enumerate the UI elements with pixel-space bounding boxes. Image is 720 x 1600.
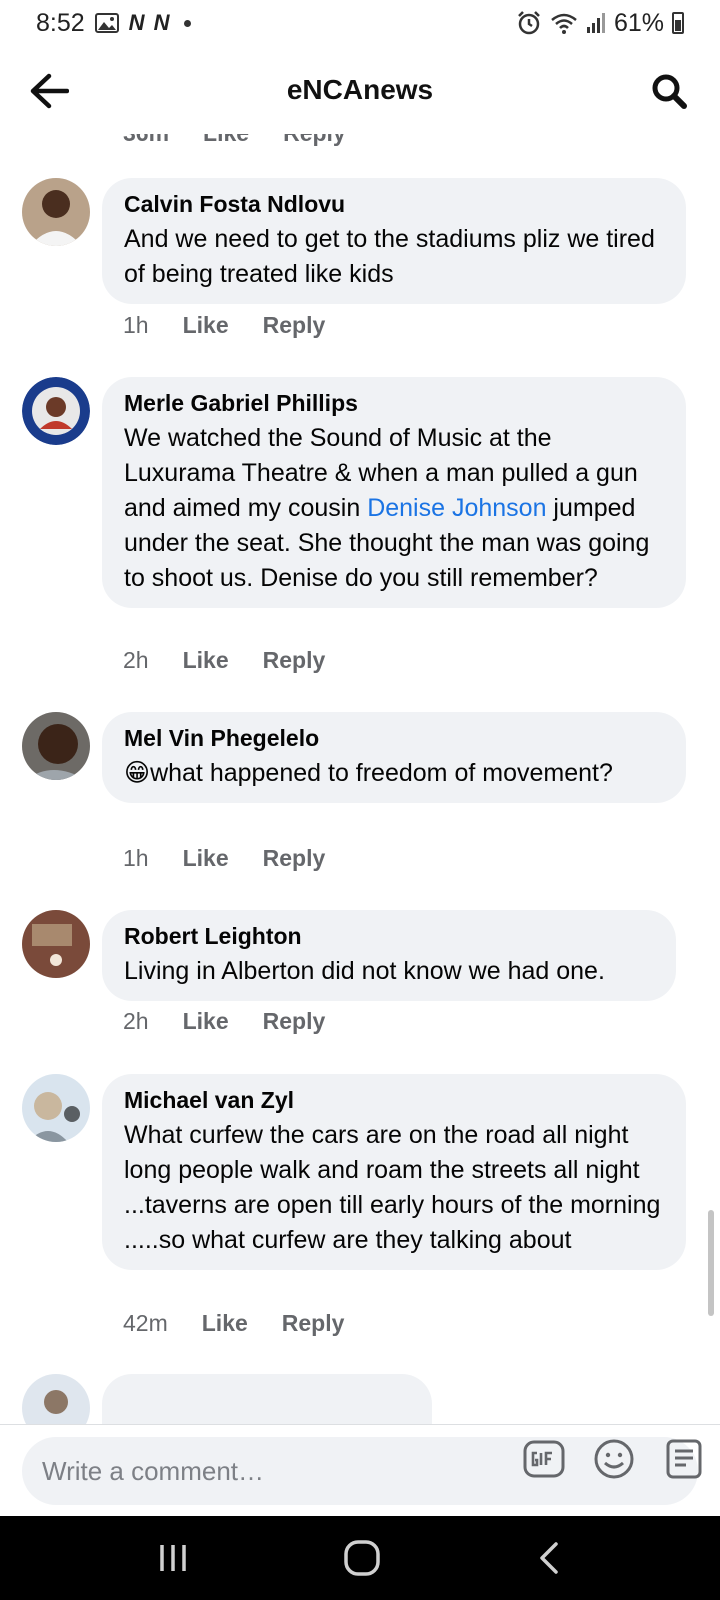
- comment-actions: 2h Like Reply: [123, 1008, 325, 1035]
- comment-author[interactable]: Robert Leighton: [124, 922, 654, 950]
- battery-icon: [672, 12, 684, 34]
- avatar[interactable]: [22, 712, 90, 780]
- avatar[interactable]: [22, 377, 90, 445]
- chevron-left-icon: [540, 1542, 558, 1574]
- reply-button[interactable]: Reply: [263, 312, 326, 339]
- notification-app-icon-2: N: [153, 10, 170, 35]
- comment-text: And we need to get to the stadiums pliz …: [124, 225, 655, 288]
- like-button[interactable]: Like: [183, 312, 229, 339]
- battery-percent: 61%: [613, 8, 664, 37]
- wifi-icon: [550, 12, 578, 34]
- comment-time: 2h: [123, 1008, 149, 1034]
- system-nav-bar: [0, 1516, 720, 1600]
- gif-button[interactable]: [522, 1437, 566, 1481]
- comment-actions: 42m Like Reply: [123, 1310, 344, 1337]
- alarm-icon: [516, 10, 542, 36]
- avatar[interactable]: [22, 910, 90, 978]
- page-header: eNCAnews: [0, 46, 720, 134]
- home-button[interactable]: [342, 1538, 382, 1578]
- recent-apps-button[interactable]: [156, 1541, 190, 1575]
- comment-text: We watched the Sound of Music at the Lux…: [124, 421, 664, 596]
- smiley-icon: [594, 1439, 634, 1479]
- grin-emoji-icon: 😁: [124, 759, 151, 787]
- comment-bubble[interactable]: Merle Gabriel Phillips We watched the So…: [102, 377, 686, 608]
- comments-feed[interactable]: 36m Like Reply Calvin Fosta Ndlovu And w…: [0, 134, 720, 1424]
- status-left: 8:52 N N: [36, 8, 192, 38]
- composer-actions: [522, 1437, 706, 1481]
- comment-time: 42m: [123, 1310, 168, 1336]
- comment-author[interactable]: Merle Gabriel Phillips: [124, 389, 664, 417]
- back-button[interactable]: [26, 68, 72, 114]
- clipped-comment-actions: 36m Like Reply: [123, 134, 346, 147]
- comment-time: 1h: [123, 312, 149, 338]
- like-button[interactable]: Like: [183, 845, 229, 872]
- home-icon: [344, 1540, 380, 1576]
- search-icon: [652, 74, 687, 109]
- reply-button[interactable]: Reply: [283, 134, 346, 147]
- status-right: 61%: [516, 9, 684, 38]
- comment-bubble[interactable]: Mel Vin Phegelelo 😁what happened to free…: [102, 712, 686, 803]
- comment-text: 😁what happened to freedom of movement?: [124, 756, 664, 791]
- back-nav-button[interactable]: [534, 1540, 564, 1576]
- reply-button[interactable]: Reply: [263, 1008, 326, 1035]
- reply-button[interactable]: Reply: [263, 845, 326, 872]
- like-button[interactable]: Like: [183, 1008, 229, 1035]
- emoji-button[interactable]: [592, 1437, 636, 1481]
- scrollbar[interactable]: [708, 1210, 714, 1316]
- mention-link[interactable]: Denise Johnson: [367, 494, 546, 522]
- like-button[interactable]: Like: [183, 647, 229, 674]
- comment-actions: 2h Like Reply: [123, 647, 325, 674]
- recent-apps-icon: [160, 1545, 186, 1571]
- comment-author[interactable]: Calvin Fosta Ndlovu: [124, 190, 664, 218]
- like-button[interactable]: Like: [202, 1310, 248, 1337]
- avatar[interactable]: [22, 1074, 90, 1142]
- comment-bubble[interactable]: Robert Leighton Living in Alberton did n…: [102, 910, 676, 1001]
- gallery-icon: [94, 13, 119, 33]
- comment-composer: [0, 1424, 720, 1516]
- reply-button[interactable]: Reply: [282, 1310, 345, 1337]
- comment-bubble[interactable]: Michael van Zyl What curfew the cars are…: [102, 1074, 686, 1270]
- comment-text: Living in Alberton did not know we had o…: [124, 957, 605, 985]
- comment-actions: 1h Like Reply: [123, 845, 325, 872]
- arrow-left-icon: [30, 73, 69, 109]
- comment-bubble[interactable]: [102, 1374, 432, 1424]
- gif-icon: [523, 1440, 565, 1478]
- signal-icon: [586, 12, 606, 34]
- comment-text: What curfew the cars are on the road all…: [124, 1121, 661, 1254]
- search-button[interactable]: [646, 68, 692, 114]
- page-title: eNCAnews: [286, 74, 434, 105]
- reply-button[interactable]: Reply: [263, 647, 326, 674]
- notification-dot-icon: [184, 19, 192, 27]
- status-bar: 8:52 N N 61%: [0, 0, 720, 46]
- status-time: 8:52: [36, 8, 85, 37]
- comment-time: 36m: [123, 134, 169, 147]
- sticker-button[interactable]: [662, 1437, 706, 1481]
- avatar[interactable]: [22, 1374, 90, 1424]
- comment-text-part: what happened to freedom of movement?: [150, 759, 613, 787]
- comment-author[interactable]: Mel Vin Phegelelo: [124, 724, 664, 752]
- comment-time: 1h: [123, 845, 149, 871]
- like-button[interactable]: Like: [203, 134, 249, 147]
- sticker-icon: [666, 1439, 702, 1479]
- notification-app-icon: N: [128, 10, 145, 35]
- comment-bubble[interactable]: Calvin Fosta Ndlovu And we need to get t…: [102, 178, 686, 304]
- comment-actions: 1h Like Reply: [123, 312, 325, 339]
- comment-time: 2h: [123, 647, 149, 673]
- comment-input[interactable]: [42, 1455, 472, 1487]
- avatar[interactable]: [22, 178, 90, 246]
- comment-author[interactable]: Michael van Zyl: [124, 1086, 664, 1114]
